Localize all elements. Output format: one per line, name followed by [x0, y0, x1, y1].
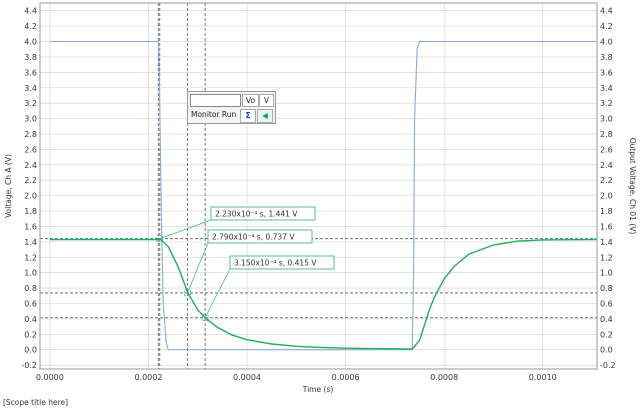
- y-tick-label-right: 2.4: [600, 161, 613, 170]
- y-tick-label-right: 2.6: [600, 145, 613, 154]
- y-tick-label-right: 2.0: [600, 192, 613, 201]
- scope-title[interactable]: [Scope title here]: [3, 398, 68, 407]
- y-tick-label-left: 4.2: [24, 22, 37, 31]
- x-tick-label: 0.0008: [430, 373, 458, 382]
- y-tick-label-left: 3.4: [24, 84, 37, 93]
- x-tick-label: 0.0006: [332, 373, 360, 382]
- y-tick-label-right: 1.4: [600, 238, 613, 247]
- annotation-label: 3.150x10⁻⁴ s, 0.415 V: [234, 259, 317, 268]
- x-tick-label: 0.0004: [233, 373, 261, 382]
- y-tick-label-right: 0.8: [600, 284, 613, 293]
- y-tick-label-right: 3.6: [600, 68, 613, 77]
- right-y-ticks: -0.2 0.0 0.2 0.4 0.6 0.8 1.0 1.2 1.4 1.6 1.8 2.0 2.2…: [600, 7, 616, 370]
- y-tick-label-right: 4.2: [600, 22, 613, 31]
- x-tick-label: 0.0010: [529, 373, 557, 382]
- y-tick-label-left: 0.2: [24, 330, 37, 339]
- x-tick-label: 0.0002: [134, 373, 162, 382]
- annotation-label: 2.230x10⁻⁴ s, 1.441 V: [215, 210, 298, 219]
- monitor-run-label: Monitor Run: [191, 110, 237, 119]
- y-tick-label-left: 2.6: [24, 145, 37, 154]
- y-tick-label-left: 2.0: [24, 192, 37, 201]
- y-tick-label-right: 4.4: [600, 7, 613, 16]
- y-tick-label-right: 3.4: [600, 84, 613, 93]
- y-tick-label-right: 0.2: [600, 330, 613, 339]
- y-tick-label-right: 0.0: [600, 346, 613, 355]
- y-tick-label-left: 3.8: [24, 53, 37, 62]
- output-voltage-line: [49, 237, 598, 350]
- y-tick-label-left: 0.8: [24, 284, 37, 293]
- plot-frame: [39, 2, 598, 370]
- y-tick-label-right: 2.2: [600, 176, 613, 185]
- y-tick-label-left: 1.4: [24, 238, 37, 247]
- y-tick-label-right: 3.0: [600, 115, 613, 124]
- y-tick-label-right: 3.2: [600, 99, 613, 108]
- y-tick-label-right: 1.2: [600, 253, 613, 262]
- annotation-label: 2.790x10⁻⁴ s, 0.737 V: [212, 233, 295, 242]
- x-axis-label: Time (s): [302, 385, 334, 394]
- y-tick-label-left: 0.6: [24, 300, 37, 309]
- y-tick-label-right: 1.0: [600, 269, 613, 278]
- annotation-leader: [159, 219, 212, 240]
- y-tick-label-left: 2.8: [24, 130, 37, 139]
- annotation-leader: [204, 268, 231, 318]
- y-tick-label-left: -0.2: [21, 361, 37, 370]
- monitor-panel: Vo V Monitor Run Σ ◀: [187, 91, 276, 124]
- left-arrow-icon[interactable]: ◀: [257, 109, 273, 123]
- monitor-channel-select[interactable]: Vo: [242, 94, 259, 107]
- y-tick-label-left: 4.0: [24, 38, 37, 47]
- y-tick-label-left: 2.2: [24, 176, 37, 185]
- scope-chart: -0.2 0.0 0.2 0.4 0.6 0.8 1.0 1.2 1.4 1.6 1.8 2.0 2.2…: [4, 2, 637, 394]
- y-tick-label-left: 4.4: [24, 7, 37, 16]
- y-tick-label-right: 1.6: [600, 222, 613, 231]
- y-tick-label-right: 1.8: [600, 207, 613, 216]
- y-tick-label-left: 3.6: [24, 68, 37, 77]
- grid-lines: [40, 3, 597, 369]
- y-tick-label-left: 1.6: [24, 222, 37, 231]
- y-tick-label-right: 4.0: [600, 38, 613, 47]
- x-tick-label: 0.0000: [36, 373, 64, 382]
- left-y-axis-label: Voltage, Ch A (V): [4, 154, 13, 218]
- y-tick-label-right: 3.8: [600, 53, 613, 62]
- cursor-lines[interactable]: [40, 3, 597, 369]
- y-tick-label-right: 0.4: [600, 315, 613, 324]
- y-tick-label-right: -0.2: [600, 361, 616, 370]
- x-ticks: 0.0000 0.0002 0.0004 0.0006 0.0008 0.0010: [36, 373, 557, 382]
- y-tick-label-right: 0.6: [600, 300, 613, 309]
- sigma-icon[interactable]: Σ: [240, 109, 256, 123]
- y-tick-label-right: 2.8: [600, 130, 613, 139]
- y-tick-label-left: 1.8: [24, 207, 37, 216]
- right-y-axis-label: Output Voltage, Ch 01 (V): [628, 138, 637, 235]
- y-tick-label-left: 3.2: [24, 99, 37, 108]
- monitor-unit-label: V: [259, 94, 274, 107]
- y-tick-label-left: 1.2: [24, 253, 37, 262]
- left-y-ticks: -0.2 0.0 0.2 0.4 0.6 0.8 1.0 1.2 1.4 1.6 1.8 2.0 2.2…: [21, 7, 37, 370]
- y-tick-label-left: 1.0: [24, 269, 37, 278]
- y-tick-label-left: 0.0: [24, 346, 37, 355]
- y-tick-label-left: 2.4: [24, 161, 37, 170]
- y-tick-label-left: 3.0: [24, 115, 37, 124]
- monitor-value-field[interactable]: [190, 94, 241, 107]
- y-tick-label-left: 0.4: [24, 315, 37, 324]
